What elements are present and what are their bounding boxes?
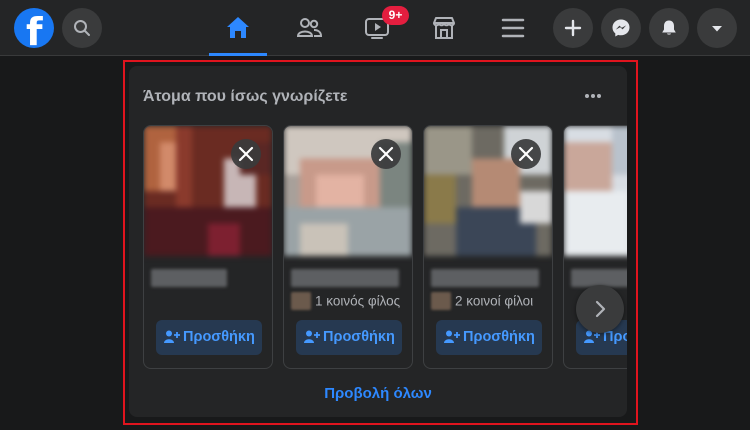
mutual-friends-text[interactable]: 2 κοινοί φίλοι [455,294,533,309]
suggestion-carousel: Προσθήκη 1 κοινός φίλος Προσθήκη 2 κοινο… [143,125,627,371]
remove-suggestion-button[interactable] [231,139,261,169]
facebook-logo[interactable]: f [14,8,54,48]
bell-icon [662,20,676,35]
close-icon [378,146,394,162]
more-options-button[interactable] [579,82,607,110]
tab-menu[interactable] [484,0,542,56]
add-friend-icon [304,330,320,343]
mutual-friends: 2 κοινοί φίλοι [431,292,533,310]
plus-icon [564,19,582,37]
remove-suggestion-button[interactable] [511,139,541,169]
card-name-redacted[interactable] [291,269,399,287]
notifications-button[interactable] [649,8,689,48]
profile-photo[interactable] [564,126,627,256]
add-friend-button[interactable]: Προσθήκη [296,320,402,355]
tab-home[interactable] [209,0,267,56]
close-icon [518,146,534,162]
chevron-right-icon [595,300,606,318]
people-you-may-know-panel: Άτομα που ίσως γνωρίζετε Προσθήκη 1 κοιν… [129,66,627,417]
suggestion-card: 2 κοινοί φίλοι Προσθήκη [423,125,553,369]
home-icon [227,17,249,38]
marketplace-icon [433,17,455,39]
mutual-friend-avatar [291,292,311,310]
friends-icon [296,18,323,37]
facebook-logo-letter: f [26,10,43,48]
add-friend-button[interactable]: Προσθήκη [436,320,542,355]
see-all-link[interactable]: Προβολή όλων [129,385,627,402]
add-friend-label: Προσθήκη [323,329,395,345]
tab-friends[interactable] [280,0,338,56]
mutual-friend-avatar [431,292,451,310]
tab-marketplace[interactable] [415,0,473,56]
search-icon [74,20,90,36]
create-button[interactable] [553,8,593,48]
mutual-friends: 1 κοινός φίλος [291,292,400,310]
hamburger-menu-icon [501,18,525,38]
add-friend-icon [164,330,180,343]
card-name-redacted[interactable] [431,269,539,287]
account-menu-button[interactable] [697,8,737,48]
suggestion-card: 1 κοινός φίλος Προσθήκη [283,125,413,369]
search-button[interactable] [62,8,102,48]
panel-title: Άτομα που ίσως γνωρίζετε [143,88,348,105]
mutual-friends-text[interactable]: 1 κοινός φίλος [315,294,400,309]
remove-suggestion-button[interactable] [371,139,401,169]
messenger-icon [612,19,630,37]
add-friend-label: Προσθήκη [463,329,535,345]
add-friend-button[interactable]: Προσθήκη [156,320,262,355]
watch-notification-badge: 9+ [382,6,409,25]
carousel-next-button[interactable] [576,285,624,333]
caret-down-icon [712,26,722,32]
close-icon [238,146,254,162]
add-friend-label: Προσθήκη [183,329,255,345]
suggestion-card: Προσθήκη [143,125,273,369]
top-navigation-bar: f 9+ [0,0,750,56]
add-friend-icon [444,330,460,343]
card-name-redacted[interactable] [151,269,227,287]
messenger-button[interactable] [601,8,641,48]
more-dots-icon [585,94,601,98]
